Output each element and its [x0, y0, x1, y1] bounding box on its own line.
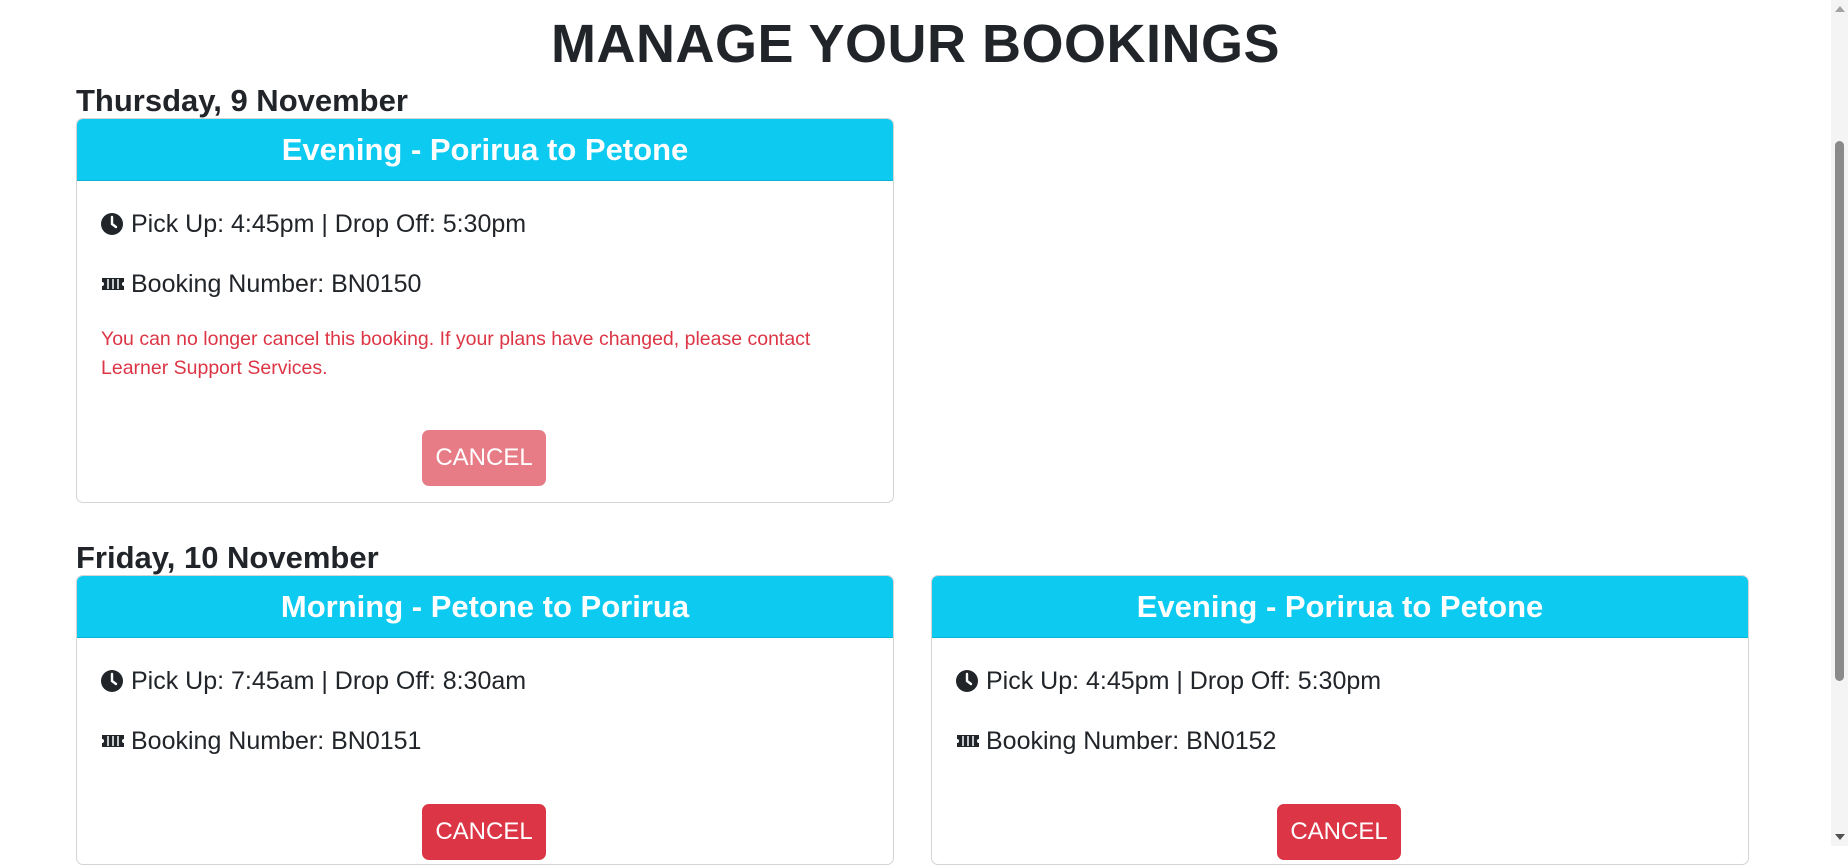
booking-times-row: Pick Up: 4:45pm | Drop Off: 5:30pm	[101, 209, 526, 239]
booking-card-title: Evening - Porirua to Petone	[77, 119, 893, 181]
clock-icon	[101, 670, 123, 692]
booking-number: Booking Number: BN0151	[131, 727, 422, 755]
cancel-button-bn0151[interactable]: CANCEL	[422, 804, 546, 860]
booking-number-row: Booking Number: BN0152	[956, 726, 1276, 756]
clock-icon	[101, 213, 123, 235]
scroll-up-arrow-icon[interactable]	[1835, 6, 1845, 12]
booking-number: Booking Number: BN0152	[986, 727, 1277, 755]
booking-number-row: Booking Number: BN0151	[101, 726, 421, 756]
booking-times: Pick Up: 7:45am | Drop Off: 8:30am	[131, 667, 527, 695]
booking-times: Pick Up: 4:45pm | Drop Off: 5:30pm	[986, 667, 1382, 695]
vertical-scrollbar[interactable]	[1831, 0, 1848, 846]
scroll-down-arrow-icon[interactable]	[1835, 834, 1845, 840]
booking-times-row: Pick Up: 7:45am | Drop Off: 8:30am	[101, 666, 526, 696]
booking-card-bn0151: Morning - Petone to Porirua Pick Up: 7:4…	[76, 575, 894, 865]
booking-card-title: Evening - Porirua to Petone	[932, 576, 1748, 638]
booking-number: Booking Number: BN0150	[131, 270, 422, 298]
ticket-icon	[956, 730, 979, 752]
scrollbar-thumb[interactable]	[1835, 141, 1844, 681]
bookings-page: MANAGE YOUR BOOKINGS Thursday, 9 Novembe…	[0, 0, 1831, 865]
booking-card-title: Morning - Petone to Porirua	[77, 576, 893, 638]
booking-times: Pick Up: 4:45pm | Drop Off: 5:30pm	[131, 210, 527, 238]
cancel-button-bn0152[interactable]: CANCEL	[1277, 804, 1401, 860]
day-heading-friday: Friday, 10 November	[76, 540, 379, 575]
booking-card-bn0152: Evening - Porirua to Petone Pick Up: 4:4…	[931, 575, 1749, 865]
booking-card-bn0150: Evening - Porirua to Petone Pick Up: 4:4…	[76, 118, 894, 503]
cancellation-notice: You can no longer cancel this booking. I…	[101, 328, 811, 379]
ticket-icon	[101, 273, 124, 295]
booking-times-row: Pick Up: 4:45pm | Drop Off: 5:30pm	[956, 666, 1381, 696]
cancel-button-bn0150: CANCEL	[422, 430, 546, 486]
page-title: MANAGE YOUR BOOKINGS	[550, 14, 1281, 74]
clock-icon	[956, 670, 978, 692]
ticket-icon	[101, 730, 124, 752]
day-heading-thursday: Thursday, 9 November	[76, 83, 408, 118]
booking-number-row: Booking Number: BN0150	[101, 269, 421, 299]
